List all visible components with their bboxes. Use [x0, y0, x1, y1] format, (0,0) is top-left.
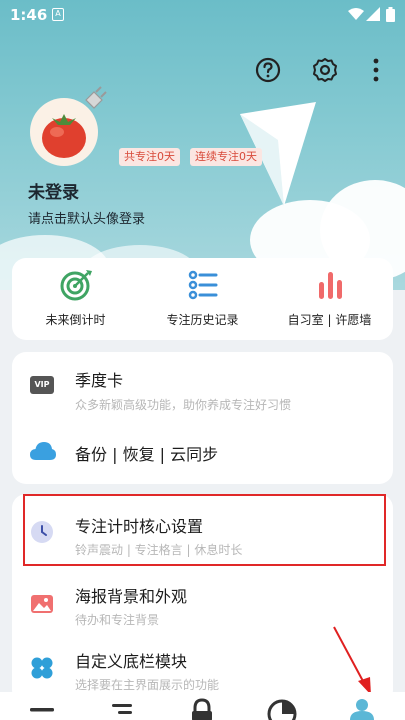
pie-chart-icon[interactable] [252, 692, 312, 720]
menu-item-quarter-card[interactable]: VIP 季度卡 众多新颖高级功能，助你养成专注好习惯 [12, 352, 393, 418]
menu-card-premium: VIP 季度卡 众多新颖高级功能，助你养成专注好习惯 备份 | 恢复 | 云同步 [12, 352, 393, 484]
streak-focus-badge: 连续专注0天 [190, 148, 262, 166]
menu-item-title: 海报背景和外观 [75, 587, 188, 606]
quick-countdown-label: 未来倒计时 [45, 313, 106, 327]
menu-item-subtitle: 待办和专注背景 [75, 613, 160, 627]
status-time: 1:46 [10, 6, 48, 24]
clover-icon [31, 657, 53, 679]
login-title[interactable]: 未登录 [28, 178, 79, 203]
battery-icon [386, 7, 395, 22]
quick-countdown[interactable]: 未来倒计时 [12, 268, 139, 328]
profile-header: 1:46 A 共专注0天 连续专注0天 未登录 请点击默认头像登录 [0, 0, 405, 290]
more-vertical-icon[interactable] [362, 56, 390, 84]
menu-item-subtitle: 选择要在主界面展示的功能 [75, 678, 220, 692]
menu-icon[interactable] [12, 692, 72, 720]
total-focus-badge: 共专注0天 [119, 148, 180, 166]
menu-item-backup[interactable]: 备份 | 恢复 | 云同步 [12, 418, 393, 484]
user-icon[interactable] [332, 692, 392, 720]
target-icon [60, 270, 92, 301]
status-bar: 1:46 A [0, 0, 405, 30]
quick-actions-card: 未来倒计时 专注历史记录 自习室 | 许愿墙 [12, 258, 393, 340]
quick-studyroom[interactable]: 自习室 | 许愿墙 [266, 268, 393, 328]
menu-item-title: 备份 | 恢复 | 云同步 [75, 445, 219, 464]
bar-chart-icon [318, 272, 342, 299]
gear-icon[interactable] [311, 56, 339, 84]
quick-history-label: 专注历史记录 [166, 313, 239, 327]
quick-studyroom-label: 自习室 | 许愿墙 [287, 313, 372, 327]
list-icon[interactable] [92, 692, 152, 720]
sim-icon: A [52, 8, 64, 21]
plug-icon [85, 86, 107, 109]
menu-item-subtitle: 众多新颖高级功能，助你养成专注好习惯 [75, 398, 292, 412]
lock-icon[interactable] [172, 692, 232, 720]
menu-item-title: 季度卡 [75, 371, 124, 390]
vip-icon: VIP [30, 376, 54, 394]
quick-history[interactable]: 专注历史记录 [139, 268, 266, 328]
avatar[interactable] [30, 86, 107, 166]
wifi-icon [348, 8, 364, 20]
cloud-icon [30, 442, 56, 460]
bottom-tab-bar [0, 692, 405, 720]
signal-icon [366, 7, 380, 21]
image-icon [31, 595, 53, 613]
help-circle-icon[interactable] [254, 56, 282, 84]
menu-item-title: 自定义底栏模块 [75, 652, 188, 671]
highlight-box [23, 494, 386, 566]
list-icon [188, 270, 217, 300]
login-hint[interactable]: 请点击默认头像登录 [28, 208, 145, 227]
pointer-arrow-icon [333, 626, 371, 695]
